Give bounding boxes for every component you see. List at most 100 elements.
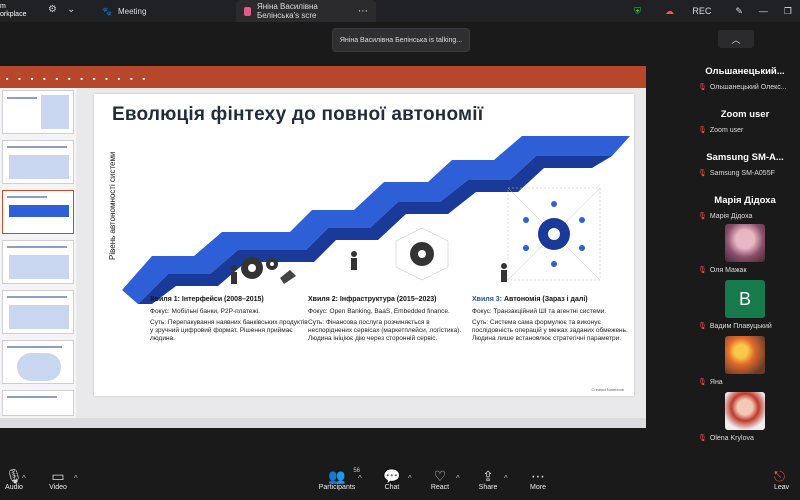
shared-screen: ■ ■ ■ ■ ■ ■ ■ ■ ■ ■ ■ ■ Еволюція фінтеху… xyxy=(0,66,646,428)
meeting-toolbar: 🎙 Audio ^ ▭ Video ^ 👥 56 Participants ^ … xyxy=(0,462,800,500)
muted-mic-icon: 🎙 xyxy=(698,379,707,386)
slide-thumbnail[interactable] xyxy=(2,290,74,334)
slide-thumbnail[interactable] xyxy=(2,390,74,416)
react-options-caret[interactable]: ^ xyxy=(456,474,460,483)
muted-mic-icon: 🎙 xyxy=(698,435,707,442)
talking-indicator: Яніна Василівна Белінська is talking... xyxy=(332,28,470,52)
participant-tile[interactable]: Марія Дідоха 🎙 Марія Дідоха xyxy=(690,195,800,220)
slide-thumbnail[interactable] xyxy=(2,90,74,134)
audio-options-caret[interactable]: ^ xyxy=(22,474,26,483)
participant-tile[interactable]: Zoom user 🎙 Zoom user xyxy=(690,109,800,134)
more-button[interactable]: ⋯ More xyxy=(518,468,558,491)
muted-mic-icon: 🎙 xyxy=(698,323,707,330)
heart-icon: ♡ xyxy=(433,468,447,484)
tab-meeting[interactable]: 🐾 Meeting xyxy=(94,0,234,22)
wave2-essence: Суть: Фінансова послуга розчиняється в н… xyxy=(308,319,462,342)
wave3-description: Хвиля 3: Автономія (Зараз і далі) Фокус:… xyxy=(472,296,632,346)
participant-avatar xyxy=(725,336,765,374)
tab-share-label: Яніна Василівна Белінська's scre xyxy=(256,2,318,20)
slide-thumbnail-active[interactable] xyxy=(2,190,74,234)
wave1-essence: Суть: Перепакування наявних банківських … xyxy=(150,319,308,342)
participant-tile[interactable]: Samsung SM-A... 🎙 Samsung SM-A055F xyxy=(690,152,800,177)
chevron-up-icon: ︿ xyxy=(731,34,741,45)
chat-options-caret[interactable]: ^ xyxy=(408,474,412,483)
magic-icon[interactable]: ✎ xyxy=(727,6,751,17)
wave3-title: Хвиля 3: Автономія (Зараз і далі) xyxy=(472,296,588,303)
chevron-down-icon[interactable]: ⌄ xyxy=(67,4,75,15)
wave2-description: Хвиля 2: Інфраструктура (2015–2023) Фоку… xyxy=(308,296,468,346)
powerpoint-ribbon: ■ ■ ■ ■ ■ ■ ■ ■ ■ ■ ■ ■ xyxy=(0,66,646,88)
share-options-caret[interactable]: ^ xyxy=(504,474,508,483)
participants-options-caret[interactable]: ^ xyxy=(358,474,362,483)
muted-mic-icon: 🎙 xyxy=(698,213,707,220)
more-options-icon[interactable]: ⋯ xyxy=(358,6,368,17)
slide-thumbnail[interactable] xyxy=(2,340,74,384)
tab-meeting-label: Meeting xyxy=(117,6,147,16)
wave2-network-icon xyxy=(395,227,449,281)
cloud-icon: ☁ xyxy=(664,5,674,16)
participant-avatar xyxy=(725,224,765,262)
staircase-graphic xyxy=(122,136,630,304)
ribbon-menu: ■ ■ ■ ■ ■ ■ ■ ■ ■ ■ ■ ■ xyxy=(6,76,146,81)
muted-mic-icon: 🎙 xyxy=(698,84,707,91)
source-label: Created Notebook xyxy=(591,387,624,392)
chat-button[interactable]: 💬 Chat xyxy=(372,468,412,491)
slide-thumbnail[interactable] xyxy=(2,240,74,284)
participant-tile[interactable]: 🎙 Olena Krylova xyxy=(690,392,800,442)
minimize-icon[interactable]: — xyxy=(751,6,776,16)
participant-avatar xyxy=(725,392,765,430)
share-screen-icon: ⇪ xyxy=(482,468,494,484)
security-shield-icon[interactable]: ⛨ xyxy=(626,6,649,17)
settings-icon[interactable]: ⚙ xyxy=(48,4,57,15)
leave-icon: ⎋ xyxy=(774,468,786,484)
participant-tile[interactable]: Ольшанецький... 🎙 Ольшанецький Олекс... xyxy=(690,66,800,91)
wave2-focus: Фокус: Open Banking, BaaS, Embedded fina… xyxy=(308,308,450,315)
wave1-person-icon xyxy=(231,265,237,284)
tab-screen-share[interactable]: Яніна Василівна Белінська's scre ⋯ xyxy=(236,0,376,22)
wave1-focus: Фокус: Мобільні банки, P2P-платежі. xyxy=(150,308,260,315)
muted-mic-icon: 🎙 xyxy=(698,127,707,134)
slide-title: Еволюція фінтеху до повної автономії xyxy=(112,104,484,125)
current-slide: Еволюція фінтеху до повної автономії Рів… xyxy=(94,94,634,396)
wave3-ai-network-icon xyxy=(507,187,601,281)
restore-icon[interactable]: ❐ xyxy=(776,6,800,17)
muted-mic-icon: 🎙 xyxy=(698,267,707,274)
wave1-title: Хвиля 1: Інтерфейси (2008–2015) xyxy=(150,296,264,303)
participant-tile[interactable]: 🎙 Яна xyxy=(690,336,800,386)
wave3-focus: Фокус: Транзакційний ШІ та агентні систе… xyxy=(472,308,607,315)
participants-panel: Ольшанецький... 🎙 Ольшанецький Олекс... Z… xyxy=(690,66,800,442)
participants-button[interactable]: 👥 56 Participants xyxy=(312,468,362,491)
slide-thumbnail[interactable] xyxy=(2,140,74,184)
wave1-description: Хвиля 1: Інтерфейси (2008–2015) Фокус: М… xyxy=(150,296,310,346)
title-icons: ⚙ ⌄ xyxy=(48,4,75,15)
mic-icon: 🎙 xyxy=(5,468,23,484)
slide-thumbnails xyxy=(0,88,76,418)
audio-button[interactable]: 🎙 Audio xyxy=(0,468,34,491)
react-button[interactable]: ♡ React xyxy=(420,468,460,491)
meeting-icon: 🐾 xyxy=(102,6,112,16)
wave3-person-icon xyxy=(501,263,507,282)
title-right-controls: ⛨ ☁ REC ✎ — ❐ xyxy=(626,0,800,22)
wave2-title: Хвиля 2: Інфраструктура (2015–2023) xyxy=(308,296,437,303)
share-button[interactable]: ⇪ Share xyxy=(468,468,508,491)
more-dots-icon: ⋯ xyxy=(531,468,545,484)
app-brand: m orkplace xyxy=(0,3,27,18)
recording-indicator[interactable]: ☁ REC xyxy=(649,6,728,17)
wave3-essence: Суть: Система сама формулює та виконує п… xyxy=(472,319,628,342)
leave-button[interactable]: ⎋ Leav xyxy=(774,468,800,491)
powerpoint-status-bar xyxy=(0,418,646,428)
participant-tile[interactable]: 🎙 Оля Мажак xyxy=(690,224,800,274)
wave2-person-icon xyxy=(351,251,357,270)
title-bar: m orkplace ⚙ ⌄ 🐾 Meeting Яніна Василівна… xyxy=(0,0,800,22)
video-options-caret[interactable]: ^ xyxy=(74,474,78,483)
chat-icon: 💬 xyxy=(383,468,401,484)
collapse-panel-button[interactable]: ︿ xyxy=(718,30,754,48)
slide-canvas: Еволюція фінтеху до повної автономії Рів… xyxy=(80,88,646,418)
zoom-window: m orkplace ⚙ ⌄ 🐾 Meeting Яніна Василівна… xyxy=(0,0,800,500)
share-icon xyxy=(244,6,251,16)
camera-icon: ▭ xyxy=(51,468,65,484)
participant-avatar: B xyxy=(725,280,765,318)
muted-mic-icon: 🎙 xyxy=(698,170,707,177)
video-button[interactable]: ▭ Video xyxy=(38,468,78,491)
participant-tile[interactable]: B 🎙 Вадим Плавуцький xyxy=(690,280,800,330)
